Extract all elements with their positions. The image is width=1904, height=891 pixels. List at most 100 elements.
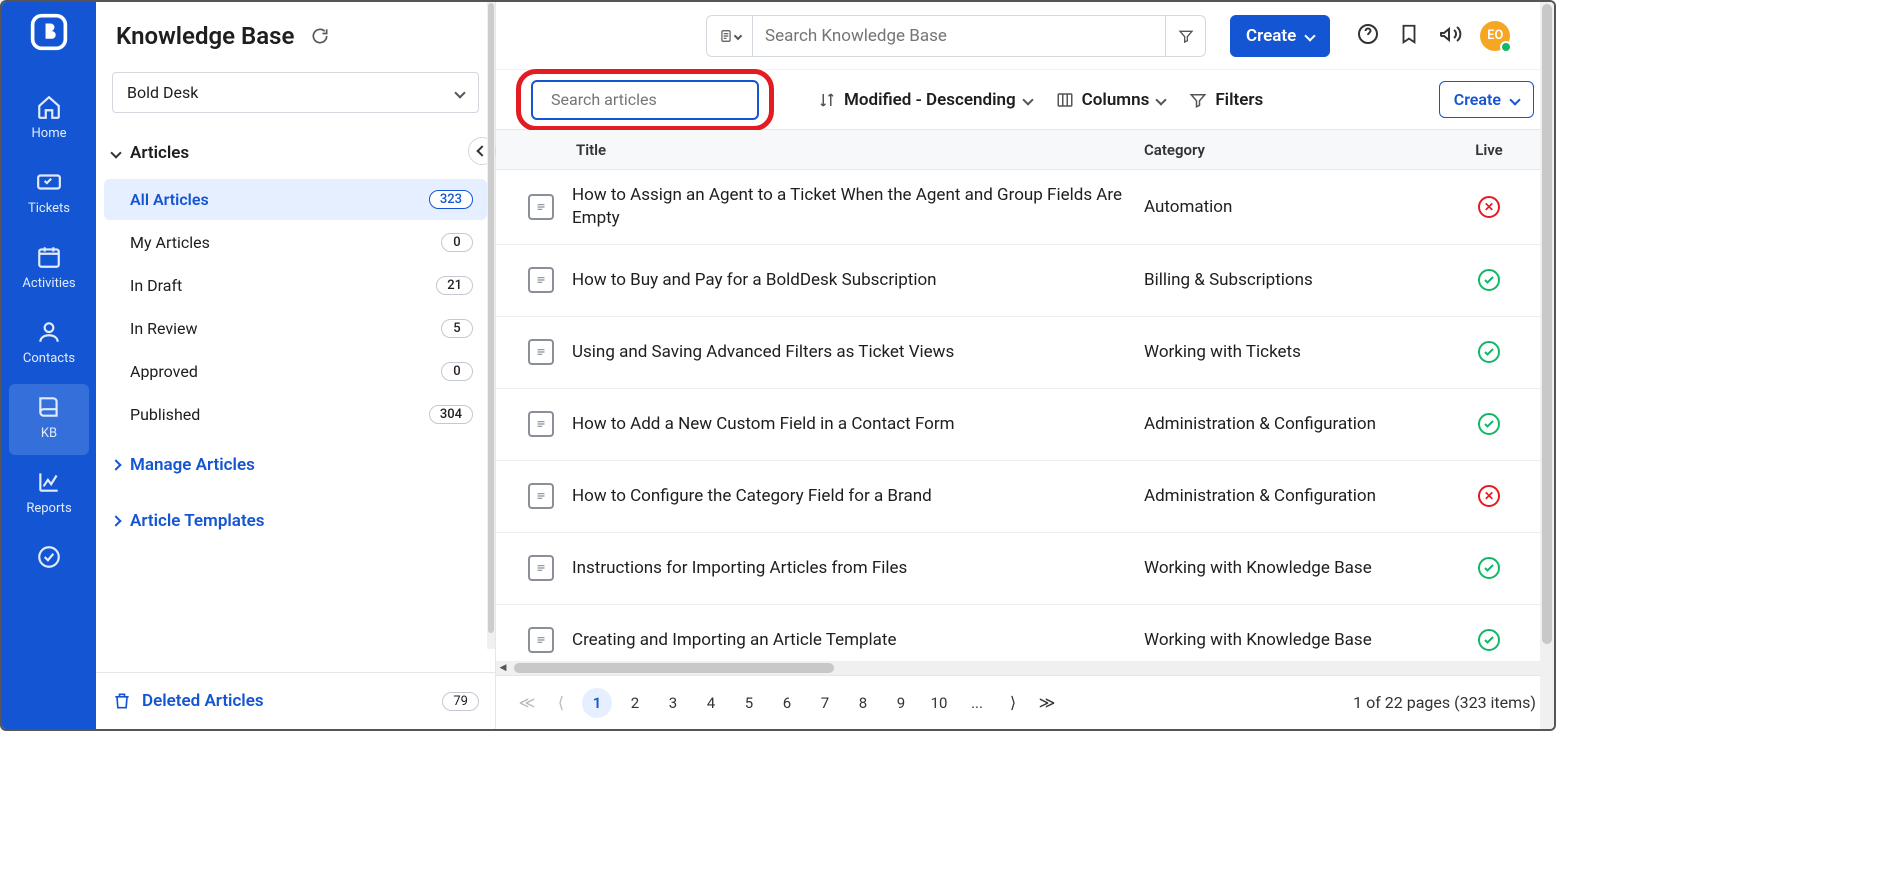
funnel-icon bbox=[1178, 28, 1194, 44]
pager-page[interactable]: 4 bbox=[696, 688, 726, 718]
deleted-articles-link[interactable]: Deleted Articles 79 bbox=[96, 672, 495, 729]
columns-label: Columns bbox=[1082, 90, 1150, 110]
col-live[interactable]: Live bbox=[1424, 141, 1554, 159]
window-scrollbar[interactable] bbox=[1540, 2, 1554, 729]
bookmark-button[interactable] bbox=[1398, 23, 1420, 49]
nav-activities[interactable]: Activities bbox=[9, 234, 89, 305]
trash-icon bbox=[112, 691, 132, 711]
pager-next[interactable]: ⟩ bbox=[1000, 693, 1026, 712]
megaphone-icon bbox=[1438, 22, 1462, 46]
filters-button[interactable]: Filters bbox=[1189, 90, 1263, 110]
main-content: Create EO Modified - Descending bbox=[496, 2, 1554, 729]
category-count: 304 bbox=[429, 405, 473, 424]
category-count: 21 bbox=[436, 276, 473, 295]
nav-tasks[interactable] bbox=[9, 534, 89, 570]
category-item[interactable]: My Articles0 bbox=[104, 222, 487, 263]
pager-page[interactable]: 3 bbox=[658, 688, 688, 718]
article-search-input[interactable] bbox=[551, 90, 754, 109]
category-item[interactable]: All Articles 323 bbox=[104, 179, 487, 220]
help-icon bbox=[1356, 22, 1380, 46]
sort-button[interactable]: Modified - Descending bbox=[818, 90, 1032, 110]
ticket-icon bbox=[36, 169, 62, 195]
pager-prev[interactable]: ⟨ bbox=[548, 693, 574, 712]
create-label: Create bbox=[1454, 90, 1501, 109]
deleted-count: 79 bbox=[442, 692, 479, 711]
global-search-input[interactable] bbox=[753, 26, 1165, 46]
announce-button[interactable] bbox=[1438, 22, 1462, 50]
status-live-icon bbox=[1478, 269, 1500, 291]
main-nav: Home Tickets Activities Contacts KB Repo… bbox=[2, 2, 96, 729]
category-count: 323 bbox=[429, 190, 473, 209]
chevron-down-icon bbox=[1509, 94, 1520, 105]
article-category: Administration & Configuration bbox=[1144, 486, 1424, 506]
nav-label: Contacts bbox=[23, 351, 75, 366]
table-row[interactable]: Using and Saving Advanced Filters as Tic… bbox=[496, 317, 1554, 389]
avatar-initials: EO bbox=[1487, 28, 1503, 43]
pager-page[interactable]: 7 bbox=[810, 688, 840, 718]
pager-page[interactable]: 9 bbox=[886, 688, 916, 718]
article-search[interactable] bbox=[531, 80, 759, 120]
toolbar: Modified - Descending Columns Filters Cr… bbox=[496, 70, 1554, 130]
articles-section-header[interactable]: Articles bbox=[96, 129, 495, 177]
article-title: How to Buy and Pay for a BoldDesk Subscr… bbox=[572, 269, 1144, 292]
columns-button[interactable]: Columns bbox=[1056, 90, 1166, 110]
category-item[interactable]: In Review5 bbox=[104, 308, 487, 349]
article-icon bbox=[528, 483, 554, 509]
table-row[interactable]: Instructions for Importing Articles from… bbox=[496, 533, 1554, 605]
pager-last[interactable]: ≫ bbox=[1034, 693, 1060, 712]
sidebar-scrollbar[interactable] bbox=[487, 2, 495, 649]
sort-label: Modified - Descending bbox=[844, 90, 1016, 110]
pager-page[interactable]: 5 bbox=[734, 688, 764, 718]
col-title[interactable]: Title bbox=[572, 141, 1144, 159]
global-search[interactable] bbox=[706, 15, 1206, 57]
table-row[interactable]: Creating and Importing an Article Templa… bbox=[496, 605, 1554, 661]
table-row[interactable]: How to Buy and Pay for a BoldDesk Subscr… bbox=[496, 245, 1554, 317]
category-label: All Articles bbox=[130, 190, 209, 209]
pager-page[interactable]: 2 bbox=[620, 688, 650, 718]
refresh-icon[interactable] bbox=[310, 26, 330, 46]
table-row[interactable]: How to Assign an Agent to a Ticket When … bbox=[496, 170, 1554, 245]
status-online-dot bbox=[1500, 41, 1512, 53]
create-button[interactable]: Create bbox=[1230, 15, 1330, 57]
nav-reports[interactable]: Reports bbox=[9, 459, 89, 530]
col-category[interactable]: Category bbox=[1144, 141, 1424, 159]
article-templates-link[interactable]: Article Templates bbox=[96, 493, 495, 549]
category-item[interactable]: Approved0 bbox=[104, 351, 487, 392]
nav-home[interactable]: Home bbox=[9, 84, 89, 155]
horizontal-scrollbar[interactable]: ◀▶ bbox=[496, 661, 1554, 675]
search-type-dropdown[interactable] bbox=[707, 16, 753, 56]
table-row[interactable]: How to Add a New Custom Field in a Conta… bbox=[496, 389, 1554, 461]
calendar-icon bbox=[36, 244, 62, 270]
user-avatar[interactable]: EO bbox=[1480, 21, 1510, 51]
home-icon bbox=[36, 94, 62, 120]
brand-select[interactable]: Bold Desk bbox=[112, 72, 479, 113]
article-title: How to Add a New Custom Field in a Conta… bbox=[572, 413, 1144, 436]
section-label: Articles bbox=[130, 143, 189, 163]
pager-page[interactable]: 1 bbox=[582, 688, 612, 718]
create-article-button[interactable]: Create bbox=[1439, 81, 1534, 118]
nav-kb[interactable]: KB bbox=[9, 384, 89, 455]
article-icon bbox=[528, 627, 554, 653]
nav-contacts[interactable]: Contacts bbox=[9, 309, 89, 380]
article-title: How to Assign an Agent to a Ticket When … bbox=[572, 184, 1144, 230]
table-row[interactable]: How to Configure the Category Field for … bbox=[496, 461, 1554, 533]
global-search-filter[interactable] bbox=[1165, 16, 1205, 56]
filters-label: Filters bbox=[1215, 90, 1263, 110]
pager-first[interactable]: ≪ bbox=[514, 693, 540, 712]
article-title: Using and Saving Advanced Filters as Tic… bbox=[572, 341, 1144, 364]
bookmark-icon bbox=[1398, 23, 1420, 45]
app-logo[interactable] bbox=[27, 10, 71, 54]
sidebar: Knowledge Base Bold Desk Articles All Ar… bbox=[96, 2, 496, 729]
pager-page[interactable]: ... bbox=[962, 688, 992, 718]
status-live-icon bbox=[1478, 341, 1500, 363]
help-button[interactable] bbox=[1356, 22, 1380, 50]
manage-articles-link[interactable]: Manage Articles bbox=[96, 437, 495, 493]
nav-label: Reports bbox=[26, 501, 71, 516]
pager-page[interactable]: 6 bbox=[772, 688, 802, 718]
pager-page[interactable]: 8 bbox=[848, 688, 878, 718]
category-item[interactable]: In Draft21 bbox=[104, 265, 487, 306]
pager-page[interactable]: 10 bbox=[924, 688, 954, 718]
nav-tickets[interactable]: Tickets bbox=[9, 159, 89, 230]
category-item[interactable]: Published304 bbox=[104, 394, 487, 435]
chevron-down-icon bbox=[1156, 94, 1167, 105]
